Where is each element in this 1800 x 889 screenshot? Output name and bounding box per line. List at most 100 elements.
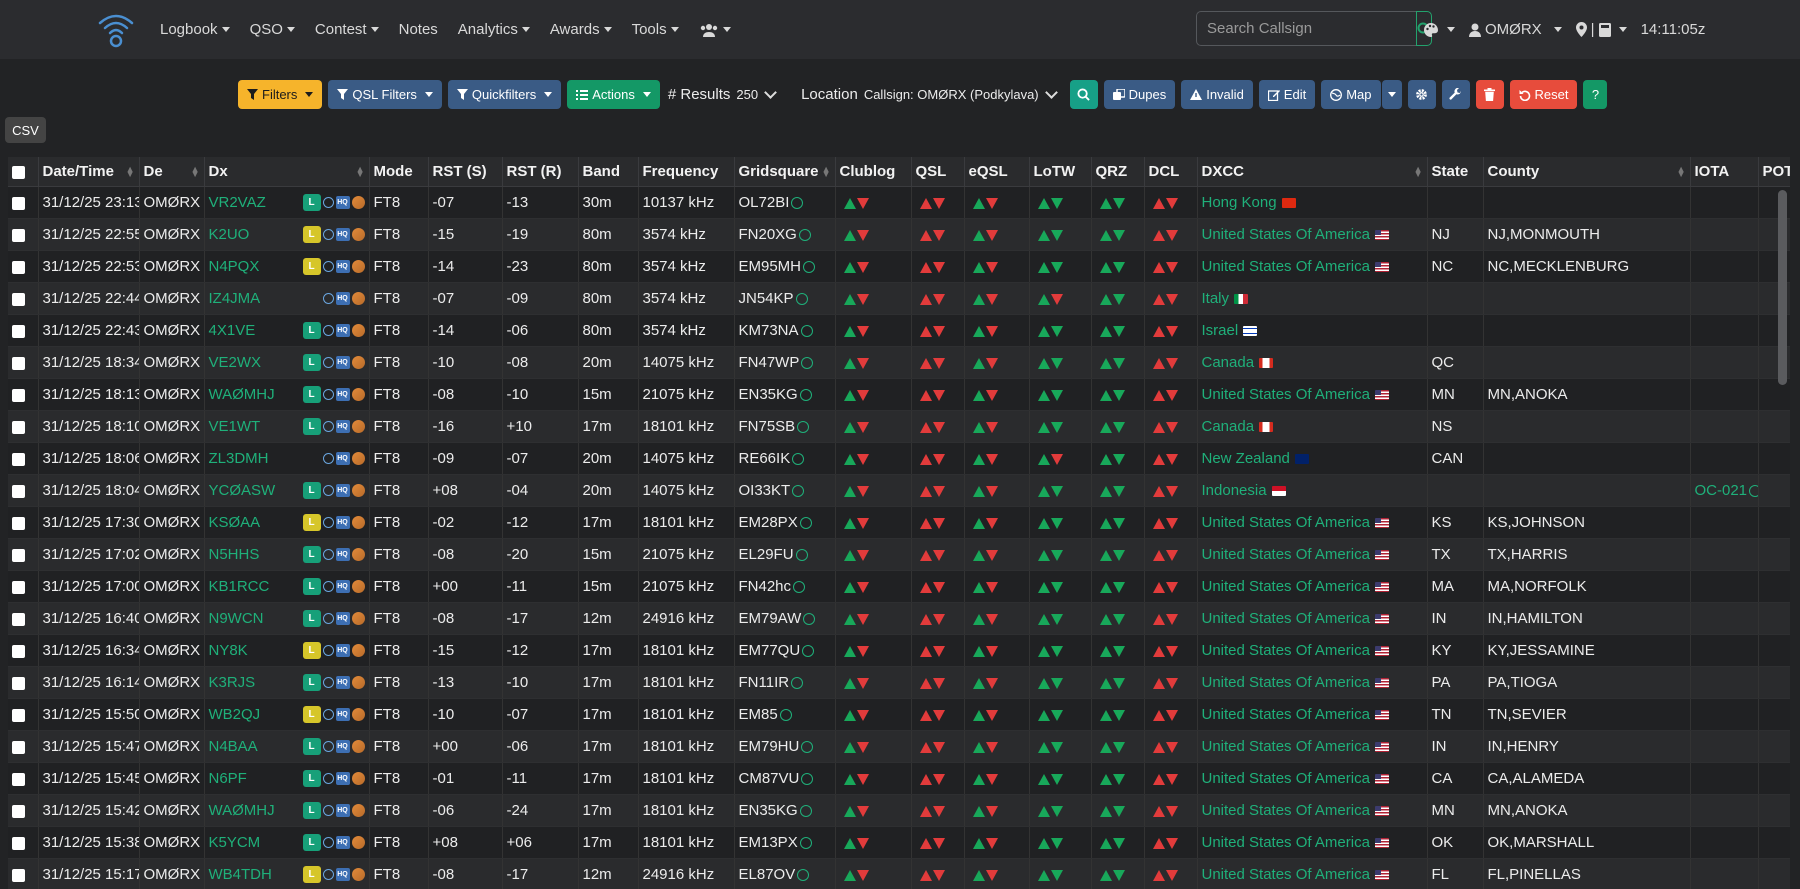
grid-map-globe-icon[interactable] xyxy=(799,517,812,530)
grid-map-globe-icon[interactable] xyxy=(791,197,804,210)
lotw-user-badge-icon[interactable]: L xyxy=(302,578,321,595)
log-lookup-icon[interactable] xyxy=(351,420,365,433)
table-row[interactable]: 31/12/25 23:13 OMØRX VR2VAZ L HQ FT8 -07 -13 30m… xyxy=(8,186,1790,219)
dxcc-link[interactable]: United States Of America xyxy=(1202,770,1370,787)
dx-callsign-link[interactable]: YCØASW xyxy=(209,482,276,499)
dx-callsign-link[interactable]: IZ4JMA xyxy=(209,290,261,307)
lotw-user-badge-icon[interactable]: L xyxy=(302,834,321,851)
hamqth-icon[interactable]: HQ xyxy=(335,324,350,337)
column-header-county[interactable]: County ▲ ▼ xyxy=(1483,157,1691,187)
log-lookup-icon[interactable] xyxy=(351,772,365,785)
table-row[interactable]: 31/12/25 22:44 OMØRX IZ4JMA HQ FT8 -07 -09 80m 3… xyxy=(8,282,1790,315)
table-row[interactable]: 31/12/25 15:17 OMØRX WB4TDH L HQ FT8 -08 -17 12m… xyxy=(8,858,1790,889)
table-row[interactable]: 31/12/25 15:47 OMØRX N4BAA L HQ FT8 +00 -06 17m 1… xyxy=(8,730,1790,763)
qrz-globe-icon[interactable] xyxy=(322,837,334,848)
log-lookup-icon[interactable] xyxy=(351,484,365,497)
table-row[interactable]: 31/12/25 22:43 OMØRX 4X1VE L HQ FT8 -14 -06 80m 3… xyxy=(8,314,1790,347)
qrz-globe-icon[interactable] xyxy=(322,261,334,272)
table-row[interactable]: 31/12/25 17:00 OMØRX KB1RCC L HQ FT8 +00 -11 15m… xyxy=(8,570,1790,603)
iota-globe-icon[interactable] xyxy=(1749,485,1757,498)
help-button[interactable]: ? xyxy=(1583,80,1608,109)
nav-item-notes[interactable]: Notes xyxy=(389,21,448,38)
filters-button[interactable]: Filters xyxy=(238,80,323,109)
iota-link[interactable]: OC-021 xyxy=(1695,482,1748,499)
hamqth-icon[interactable]: HQ xyxy=(335,708,350,721)
lotw-user-badge-icon[interactable]: L xyxy=(302,770,321,787)
dx-callsign-link[interactable]: K2UO xyxy=(209,226,250,243)
qrz-globe-icon[interactable] xyxy=(322,197,334,208)
dxcc-link[interactable]: Indonesia xyxy=(1202,482,1267,499)
log-lookup-icon[interactable] xyxy=(351,868,365,881)
hamqth-icon[interactable]: HQ xyxy=(335,516,350,529)
csv-export-button[interactable]: CSV xyxy=(5,117,46,143)
dx-callsign-link[interactable]: VE1WT xyxy=(209,418,261,435)
dxcc-link[interactable]: Canada xyxy=(1202,354,1255,371)
hamqth-icon[interactable]: HQ xyxy=(335,836,350,849)
dxcc-link[interactable]: United States Of America xyxy=(1202,706,1370,723)
qrz-globe-icon[interactable] xyxy=(322,645,334,656)
grid-map-globe-icon[interactable] xyxy=(801,773,814,786)
table-row[interactable]: 31/12/25 16:34 OMØRX NY8K L HQ FT8 -15 -12 17m 18… xyxy=(8,634,1790,667)
dxcc-link[interactable]: United States Of America xyxy=(1202,738,1370,755)
lotw-user-badge-icon[interactable]: L xyxy=(302,194,321,211)
row-checkbox[interactable] xyxy=(12,292,25,306)
table-row[interactable]: 31/12/25 18:13 OMØRX WAØMHJ L HQ FT8 -08 -10 15m… xyxy=(8,378,1790,411)
dxcc-link[interactable]: United States Of America xyxy=(1202,578,1370,595)
dx-callsign-link[interactable]: WAØMHJ xyxy=(209,802,275,819)
table-row[interactable]: 31/12/25 17:02 OMØRX N5HHS L HQ FT8 -08 -20 15m 2… xyxy=(8,538,1790,571)
lotw-user-badge-icon[interactable]: L xyxy=(302,354,321,371)
column-header-band[interactable]: Band xyxy=(578,157,639,187)
table-row[interactable]: 31/12/25 15:38 OMØRX K5YCM L HQ FT8 +08 +06 17m 1… xyxy=(8,826,1790,859)
dxcc-link[interactable]: United States Of America xyxy=(1202,802,1370,819)
row-checkbox[interactable] xyxy=(12,356,25,370)
hamqth-icon[interactable]: HQ xyxy=(335,388,350,401)
log-lookup-icon[interactable] xyxy=(351,516,365,529)
row-checkbox[interactable] xyxy=(12,676,25,690)
column-header-gridsquare[interactable]: Gridsquare ▲ ▼ xyxy=(734,157,836,187)
qrz-globe-icon[interactable] xyxy=(322,613,334,624)
grid-map-globe-icon[interactable] xyxy=(799,389,812,402)
row-checkbox[interactable] xyxy=(12,388,25,402)
log-lookup-icon[interactable] xyxy=(351,644,365,657)
qrz-globe-icon[interactable] xyxy=(322,389,334,400)
nav-item-logbook[interactable]: Logbook xyxy=(150,21,240,38)
column-header-eqsl[interactable]: eQSL xyxy=(964,157,1030,187)
table-scrollbar[interactable] xyxy=(1778,190,1787,385)
hamqth-icon[interactable]: HQ xyxy=(335,804,350,817)
hamqth-icon[interactable]: HQ xyxy=(335,484,350,497)
table-row[interactable]: 31/12/25 22:55 OMØRX K2UO L HQ FT8 -15 -19 80m 35… xyxy=(8,218,1790,251)
results-select[interactable]: 250 xyxy=(736,86,777,102)
hamqth-icon[interactable]: HQ xyxy=(335,260,350,273)
row-checkbox[interactable] xyxy=(12,548,25,562)
dxcc-link[interactable]: United States Of America xyxy=(1202,866,1370,883)
nav-item-contest[interactable]: Contest xyxy=(305,21,389,38)
grid-map-globe-icon[interactable] xyxy=(801,357,814,370)
lotw-user-badge-icon[interactable]: L xyxy=(302,866,321,883)
qrz-globe-icon[interactable] xyxy=(322,709,334,720)
qrz-globe-icon[interactable] xyxy=(322,357,334,368)
nav-item-tools[interactable]: Tools xyxy=(622,21,689,38)
logo-wifi-icon[interactable] xyxy=(96,10,136,48)
dx-callsign-link[interactable]: ZL3DMH xyxy=(209,450,269,467)
dxcc-link[interactable]: United States Of America xyxy=(1202,226,1370,243)
row-checkbox[interactable] xyxy=(12,324,25,338)
row-checkbox[interactable] xyxy=(12,612,25,626)
location-menu[interactable]: | xyxy=(1575,21,1627,38)
dxcc-link[interactable]: New Zealand xyxy=(1202,450,1290,467)
select-all-checkbox[interactable] xyxy=(12,165,25,179)
row-checkbox[interactable] xyxy=(12,868,25,882)
log-lookup-icon[interactable] xyxy=(351,612,365,625)
table-row[interactable]: 31/12/25 16:40 OMØRX N9WCN L HQ FT8 -08 -17 12m 2… xyxy=(8,602,1790,635)
row-checkbox[interactable] xyxy=(12,804,25,818)
qrz-globe-icon[interactable] xyxy=(322,453,334,464)
dxcc-link[interactable]: United States Of America xyxy=(1202,386,1370,403)
qrz-globe-icon[interactable] xyxy=(322,325,334,336)
qrz-globe-icon[interactable] xyxy=(322,869,334,880)
qrz-globe-icon[interactable] xyxy=(322,293,334,304)
dxcc-link[interactable]: United States Of America xyxy=(1202,514,1370,531)
log-lookup-icon[interactable] xyxy=(351,324,365,337)
hamqth-icon[interactable]: HQ xyxy=(335,292,350,305)
hamqth-icon[interactable]: HQ xyxy=(335,580,350,593)
hamqth-icon[interactable]: HQ xyxy=(335,452,350,465)
row-checkbox[interactable] xyxy=(12,580,25,594)
